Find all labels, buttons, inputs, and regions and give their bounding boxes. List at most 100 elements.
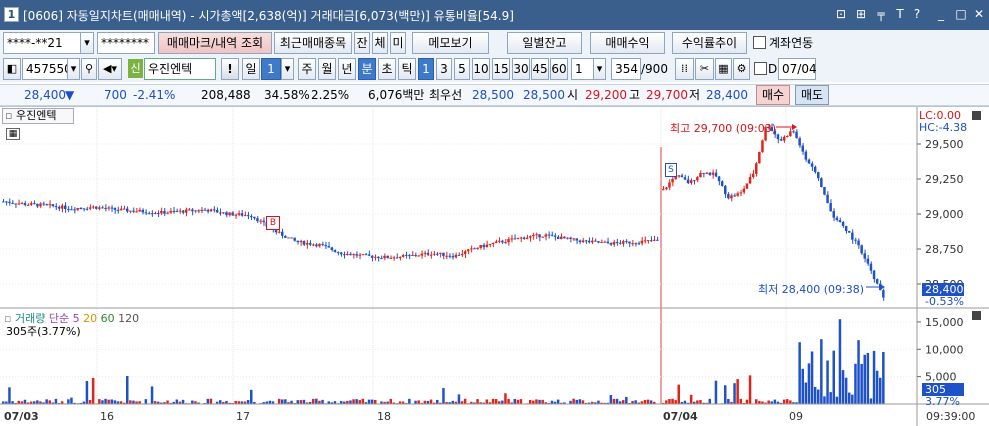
s1-candle	[649, 240, 653, 242]
executed-button[interactable]: 체	[372, 32, 388, 54]
s1-volume-bar	[361, 398, 365, 404]
sell-mark[interactable]: S	[665, 163, 677, 177]
period-month-button[interactable]: 월	[318, 58, 336, 80]
s1-volume-bar	[612, 398, 616, 404]
search-icon[interactable]: ⚲	[81, 58, 97, 80]
period-day-button[interactable]: 일	[242, 58, 260, 80]
trade-profit-button[interactable]: 매매수익	[590, 32, 665, 54]
s1-candle	[507, 239, 510, 243]
period-year-button[interactable]: 년	[338, 58, 356, 80]
buy-button[interactable]: 매수	[756, 85, 790, 105]
s1-volume-bar	[575, 399, 578, 404]
s1-volume-bar	[54, 398, 58, 404]
s1-candle	[215, 210, 219, 213]
s1-volume-bar	[367, 399, 371, 404]
sell-button[interactable]: 매도	[795, 85, 829, 105]
s1-volume-bar	[535, 399, 538, 404]
s1-candle	[653, 239, 656, 241]
bar-count-total: /900	[641, 62, 668, 76]
period-week-button[interactable]: 주	[298, 58, 316, 80]
s1-candle	[191, 209, 194, 212]
alert-button[interactable]: !	[221, 58, 239, 80]
interval-30-button[interactable]: 30	[512, 58, 530, 80]
s1-candle	[172, 210, 175, 212]
speaker-icon[interactable]: ◀▾	[98, 58, 122, 80]
s1-candle	[578, 240, 582, 243]
minimize-icon[interactable]: _	[934, 6, 948, 22]
x-label-09: 09	[789, 410, 803, 423]
s1-candle	[550, 234, 554, 236]
trade-mark-query-button[interactable]: 매매마크/내역 조회	[158, 32, 272, 54]
code-dropdown-icon[interactable]: ▾	[67, 58, 80, 80]
period-tick-button[interactable]: 틱	[398, 58, 416, 80]
s1-candle	[538, 234, 541, 238]
help-icon[interactable]: ?	[910, 6, 924, 22]
tile-icon[interactable]: ⊞	[854, 6, 868, 22]
s1-candle	[361, 254, 365, 256]
s1-candle	[395, 257, 399, 259]
password-field[interactable]: ********	[97, 32, 155, 54]
s2-candle	[829, 203, 832, 212]
interval-3-button[interactable]: 3	[436, 58, 452, 80]
s1-candle	[439, 252, 442, 254]
date-label: D	[768, 62, 778, 76]
price-chart-svg[interactable]: 29,50029,25029,00028,75028,50015,00010,0…	[0, 107, 989, 426]
s1-candle	[485, 244, 489, 248]
volume-panel-close-icon[interactable]	[972, 311, 981, 320]
s2-candle	[720, 181, 724, 186]
interval-5-button[interactable]: 5	[454, 58, 470, 80]
unfilled-button[interactable]: 미	[390, 32, 406, 54]
bar-count-input[interactable]: 354	[611, 58, 641, 80]
s2-volume-bar	[851, 394, 854, 404]
recent-trades-button[interactable]: 최근매매종목	[274, 32, 352, 54]
interval-10-button[interactable]: 10	[472, 58, 490, 80]
s1-candle	[584, 240, 588, 242]
s1-volume-bar	[91, 377, 95, 404]
daily-balance-button[interactable]: 일별잔고	[507, 32, 582, 54]
font-size-icon[interactable]: T	[893, 6, 907, 22]
layout-icon[interactable]: ◧	[3, 58, 21, 80]
price-panel-close-icon[interactable]	[972, 111, 981, 120]
s1-volume-bar	[88, 400, 92, 404]
period-dropdown-icon[interactable]: ▾	[281, 58, 294, 80]
s1-candle	[467, 249, 470, 252]
date-input[interactable]: 07/04	[778, 58, 817, 80]
settings-gear-icon[interactable]: ⚙	[733, 58, 750, 80]
interval-dropdown-icon[interactable]: ▾	[593, 58, 606, 80]
s1-candle	[631, 243, 634, 245]
restore-icon[interactable]: ⊡	[834, 6, 848, 22]
account-link-checkbox[interactable]	[753, 36, 766, 49]
s1-candle	[243, 215, 247, 217]
close-icon[interactable]: ✕	[972, 6, 986, 22]
pin-icon[interactable]: ╤	[874, 6, 888, 22]
interval-45-button[interactable]: 45	[531, 58, 549, 80]
grid-icon[interactable]: ▦	[715, 58, 732, 80]
s1-candle	[544, 234, 547, 237]
period-minute-button[interactable]: 분	[358, 58, 376, 80]
return-trend-button[interactable]: 수익률추이	[672, 32, 747, 54]
s2-candle	[693, 180, 696, 182]
best-quote-label: 최우선	[429, 88, 463, 102]
date-checkbox[interactable]	[754, 62, 767, 75]
open-price: 29,200	[585, 88, 627, 102]
s2-candle	[776, 134, 780, 140]
memo-view-button[interactable]: 메모보기	[412, 32, 489, 54]
tools-icon[interactable]: ✂	[695, 58, 714, 80]
interval-15-button[interactable]: 15	[492, 58, 510, 80]
account-dropdown-icon[interactable]: ▾	[80, 32, 94, 54]
account-field[interactable]: ****-**21	[3, 32, 81, 54]
interval-1-button[interactable]: 1	[418, 58, 434, 80]
stock-code-input[interactable]: 457550	[22, 58, 72, 80]
zoom-icon[interactable]: ⁞⁞	[675, 58, 694, 80]
stock-name-field[interactable]: 우진엔텍	[144, 58, 216, 80]
period-second-button[interactable]: 초	[378, 58, 396, 80]
interval-60-button[interactable]: 60	[550, 58, 568, 80]
s1-volume-bar	[622, 400, 625, 404]
volume-series	[2, 319, 885, 404]
period-num-input[interactable]: 1	[261, 58, 281, 80]
maximize-icon[interactable]: □	[954, 6, 968, 22]
buy-mark[interactable]: B	[266, 216, 280, 230]
s1-candle	[498, 240, 501, 242]
interval-input[interactable]: 1	[571, 58, 594, 80]
balance-button[interactable]: 잔	[354, 32, 370, 54]
